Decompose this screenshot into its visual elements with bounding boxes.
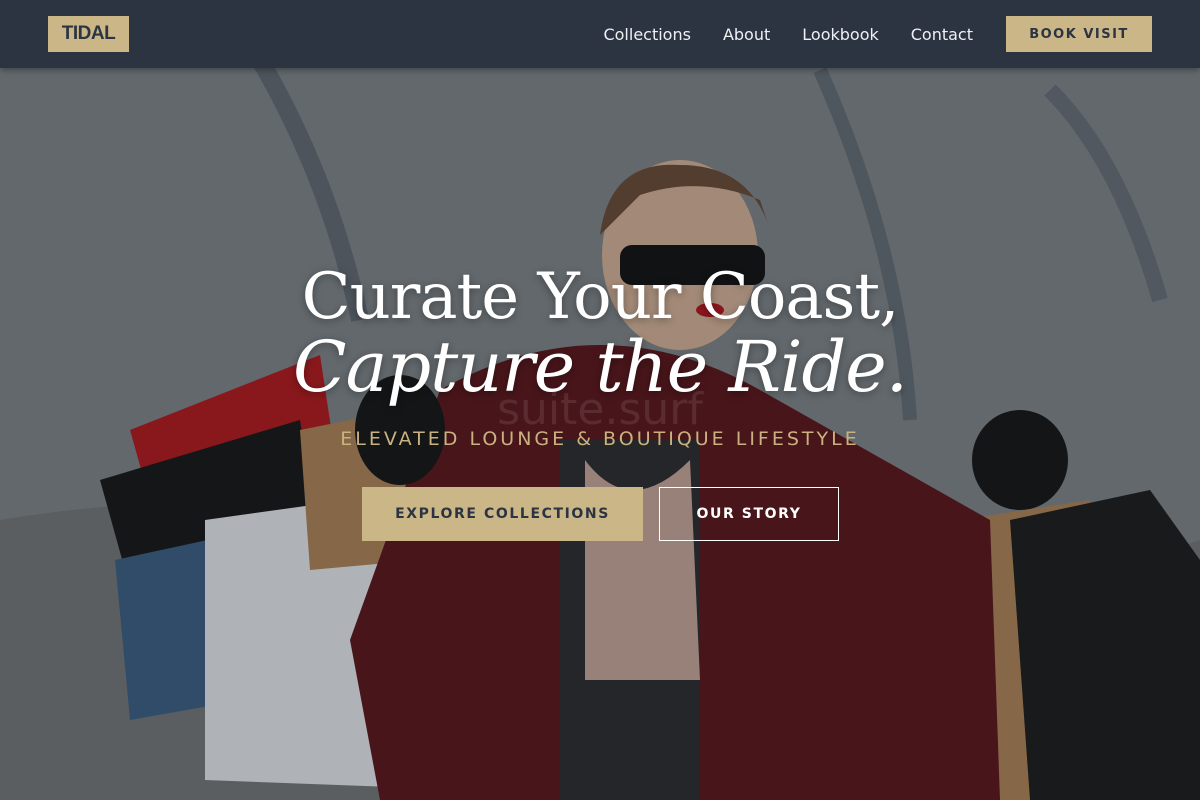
nav-link-lookbook[interactable]: Lookbook xyxy=(802,25,878,44)
explore-collections-button[interactable]: EXPLORE COLLECTIONS xyxy=(362,487,643,541)
nav-links: Collections About Lookbook Contact xyxy=(571,0,973,68)
hero-headline-line-1: Curate Your Coast, xyxy=(301,260,900,334)
nav-link-collections[interactable]: Collections xyxy=(603,25,690,44)
top-navigation-bar: TIDAL Collections About Lookbook Contact… xyxy=(0,0,1200,68)
nav-link-about[interactable]: About xyxy=(723,25,770,44)
hero-headline: Curate Your Coast, Capture the Ride. xyxy=(0,258,1200,402)
our-story-button[interactable]: OUR STORY xyxy=(659,487,839,541)
book-visit-button[interactable]: BOOK VISIT xyxy=(1006,16,1152,52)
hero-tagline: ELEVATED LOUNGE & BOUTIQUE LIFESTYLE xyxy=(340,428,860,450)
hero-headline-line-2: Capture the Ride. xyxy=(293,326,908,408)
brand-logo[interactable]: TIDAL xyxy=(48,16,129,52)
nav-link-contact[interactable]: Contact xyxy=(911,25,973,44)
